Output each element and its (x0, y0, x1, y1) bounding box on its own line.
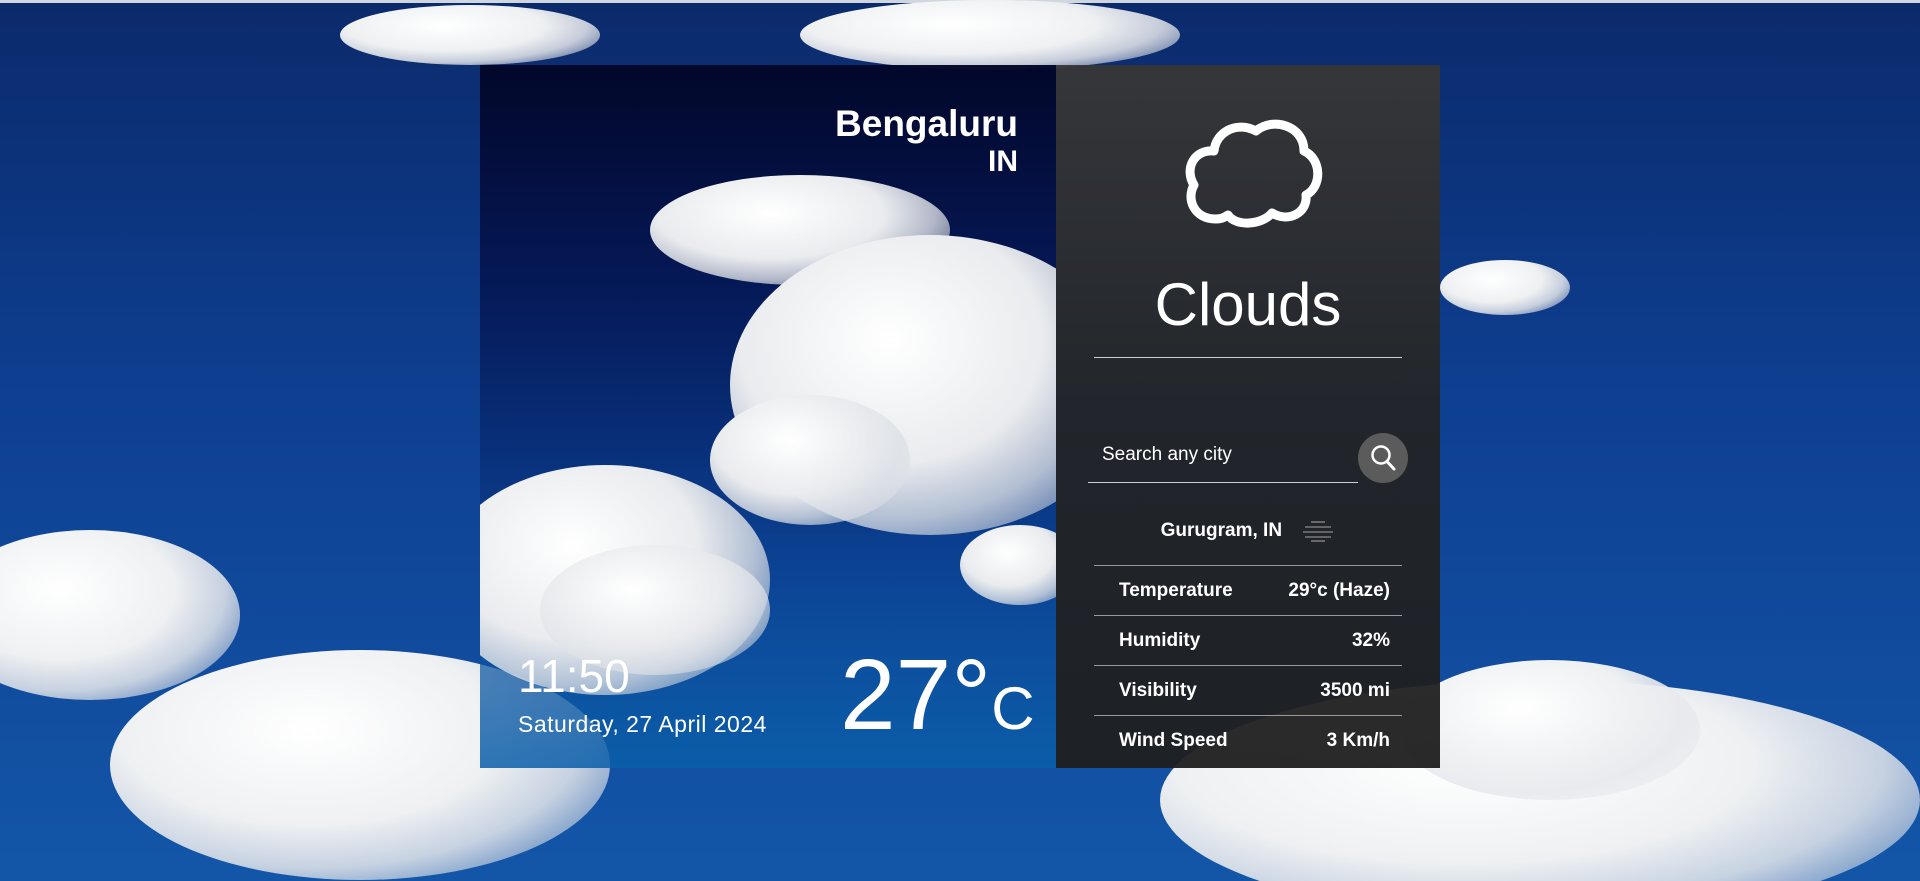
city-name: Bengaluru (835, 103, 1018, 144)
weather-card: Bengaluru IN 11:50 Saturday, 27 April 20… (480, 65, 1440, 768)
detail-label: Wind Speed (1119, 730, 1228, 751)
current-weather-panel: Bengaluru IN 11:50 Saturday, 27 April 20… (480, 65, 1056, 768)
detail-label: Humidity (1119, 630, 1201, 651)
searched-city-name: Gurugram, IN (1160, 520, 1283, 542)
detail-value: 3 Km/h (1326, 730, 1390, 751)
detail-label: Visibility (1119, 680, 1197, 701)
detail-value: 3500 mi (1320, 680, 1390, 701)
detail-value: 32% (1351, 630, 1390, 651)
bg-cloud (340, 5, 600, 65)
country-code: IN (988, 145, 1018, 178)
search-icon (1371, 445, 1396, 471)
details-panel: Clouds Gurugram, IN (1056, 65, 1440, 768)
detail-row-temperature: Temperature 29°c (Haze) (1094, 565, 1402, 616)
temperature-unit: C (991, 675, 1035, 742)
condition-label: Clouds (1154, 271, 1342, 338)
search-input[interactable] (1088, 430, 1359, 480)
bg-cloud (1440, 260, 1570, 315)
current-time: 11:50 (518, 650, 630, 702)
current-temperature: 27°C (840, 640, 1035, 764)
haze-icon (1303, 521, 1334, 542)
bg-cloud (1400, 660, 1700, 800)
detail-row-humidity: Humidity 32% (1094, 615, 1402, 666)
detail-row-visibility: Visibility 3500 mi (1094, 665, 1402, 716)
current-date: Saturday, 27 April 2024 (518, 711, 767, 737)
detail-value: 29°c (Haze) (1288, 580, 1390, 601)
detail-row-wind-speed: Wind Speed 3 Km/h (1094, 715, 1402, 766)
searched-city: Gurugram, IN (1056, 520, 1440, 542)
bg-cloud (800, 0, 1180, 70)
cloud-icon (1185, 119, 1323, 228)
divider (1094, 357, 1402, 358)
panel-cloud (710, 395, 910, 525)
detail-label: Temperature (1119, 580, 1233, 601)
location: Bengaluru IN (835, 103, 1018, 179)
temperature-value: 27° (840, 639, 992, 751)
panel-cloud (960, 525, 1056, 605)
search-button[interactable] (1358, 433, 1408, 483)
search-box (1088, 430, 1359, 483)
